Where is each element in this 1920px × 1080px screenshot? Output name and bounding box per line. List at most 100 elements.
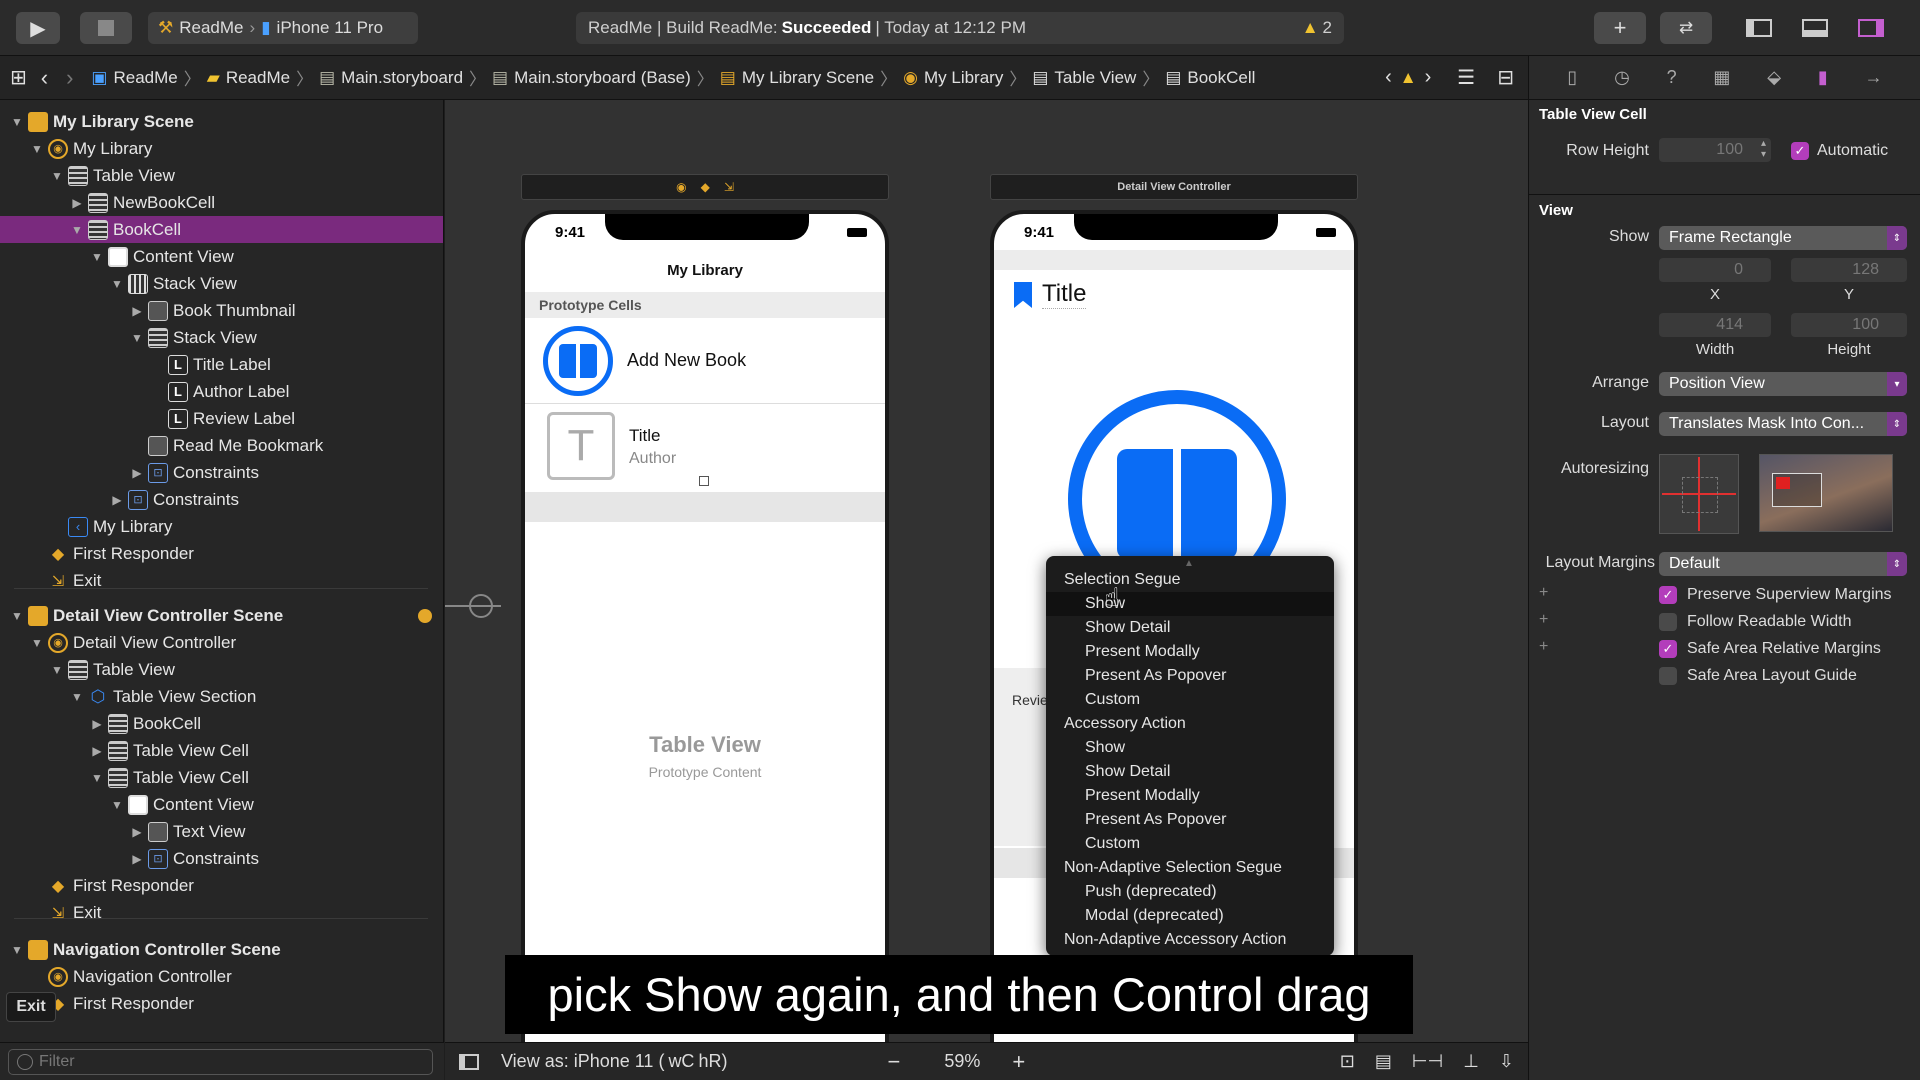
menu-item[interactable]: Push (deprecated): [1046, 880, 1334, 904]
breadcrumb-storyboard-base[interactable]: ▤ Main.storyboard (Base): [492, 68, 691, 88]
menu-item[interactable]: Show Detail: [1046, 616, 1334, 640]
device-config-button[interactable]: View as: iPhone 11 ( wC hR): [501, 1051, 727, 1072]
outline-row[interactable]: L Title Label: [0, 351, 443, 378]
disclosure-open-icon[interactable]: ▼: [110, 798, 124, 812]
zoom-out-button[interactable]: −: [887, 1049, 900, 1075]
layout-popup[interactable]: Translates Mask Into Con... ⇕: [1659, 412, 1907, 436]
align-icon[interactable]: ▤: [1375, 1051, 1392, 1072]
add-variation-icon[interactable]: +: [1539, 611, 1548, 629]
outline-row[interactable]: ▶ ⊡ Constraints: [0, 845, 443, 872]
menu-item[interactable]: Custom: [1046, 832, 1334, 856]
outline-row[interactable]: ▼ Navigation Controller Scene: [0, 936, 443, 963]
resize-handle[interactable]: [699, 476, 709, 486]
history-inspector-icon[interactable]: ◷: [1614, 67, 1630, 88]
forward-arrow-icon[interactable]: ›: [66, 65, 73, 91]
menu-item[interactable]: Custom: [1046, 688, 1334, 712]
disclosure-open-icon[interactable]: ▼: [70, 690, 84, 704]
exit-icon[interactable]: ⇲: [724, 180, 734, 194]
help-inspector-icon[interactable]: ?: [1667, 67, 1677, 88]
outline-row[interactable]: ▶ Book Thumbnail: [0, 297, 443, 324]
outline-row[interactable]: ▼ ◉ Detail View Controller: [0, 629, 443, 656]
add-editor-icon[interactable]: ⊟: [1497, 65, 1514, 90]
zoom-level[interactable]: 59%: [944, 1051, 980, 1072]
disclosure-open-icon[interactable]: ▼: [90, 771, 104, 785]
outline-row[interactable]: ◆ First Responder: [0, 540, 443, 567]
outline-row[interactable]: ▼ Stack View: [0, 270, 443, 297]
disclosure-open-icon[interactable]: ▼: [30, 142, 44, 156]
embed-icon[interactable]: ⊡: [1340, 1051, 1355, 1072]
outline-row[interactable]: ▼ Table View: [0, 162, 443, 189]
disclosure-open-icon[interactable]: ▼: [10, 943, 24, 957]
menu-item[interactable]: Present As Popover: [1046, 808, 1334, 832]
width-field[interactable]: 414: [1659, 313, 1771, 337]
toggle-navigator-button[interactable]: [1736, 12, 1782, 44]
x-field[interactable]: 0: [1659, 258, 1771, 282]
book-cell[interactable]: T Title Author: [525, 404, 885, 492]
outline-toggle-icon[interactable]: [459, 1053, 479, 1070]
outline-row[interactable]: L Author Label: [0, 378, 443, 405]
scheme-selector[interactable]: ⚒ ReadMe › ▮ iPhone 11 Pro: [148, 12, 418, 44]
menu-item[interactable]: Present Modally: [1046, 640, 1334, 664]
outline-row[interactable]: ▶ BookCell: [0, 710, 443, 737]
code-review-button[interactable]: ⇄: [1660, 12, 1712, 44]
outline-row[interactable]: ⇲ Exit: [0, 567, 443, 594]
outline-row[interactable]: L Review Label: [0, 405, 443, 432]
outline-row[interactable]: ▼ ⬡ Table View Section: [0, 683, 443, 710]
menu-item[interactable]: Modal (deprecated): [1046, 904, 1334, 928]
layout-margins-popup[interactable]: Default ⇕: [1659, 552, 1907, 576]
disclosure-open-icon[interactable]: ▼: [90, 250, 104, 264]
autoresizing-mask-control[interactable]: [1659, 454, 1739, 534]
file-inspector-icon[interactable]: ▯: [1567, 67, 1577, 88]
disclosure-closed-icon[interactable]: ▶: [130, 466, 144, 480]
outline-row[interactable]: ⇲ Exit: [0, 899, 443, 926]
update-frames-icon[interactable]: ⇩: [1499, 1051, 1514, 1072]
storyboard-canvas[interactable]: ◉ ◆ ⇲ 9:41 My Library Prototype Cells Ad…: [445, 100, 1528, 1042]
toggle-inspector-button[interactable]: [1848, 12, 1894, 44]
outline-row[interactable]: ▶ Text View: [0, 818, 443, 845]
outline-row[interactable]: ▶ ⊡ Constraints: [0, 459, 443, 486]
disclosure-closed-icon[interactable]: ▶: [110, 493, 124, 507]
outline-row[interactable]: ▶ NewBookCell: [0, 189, 443, 216]
breadcrumb-bookcell[interactable]: ▤ BookCell: [1165, 68, 1255, 88]
breadcrumb-folder[interactable]: ▰ ReadMe: [207, 68, 290, 88]
outline-row[interactable]: ◆ First Responder: [0, 872, 443, 899]
outline-row[interactable]: ◉ Navigation Controller: [0, 963, 443, 990]
menu-item[interactable]: Show: [1046, 592, 1334, 616]
disclosure-closed-icon[interactable]: ▶: [130, 304, 144, 318]
resolve-issues-icon[interactable]: ⊥: [1463, 1051, 1479, 1072]
outline-row[interactable]: ▼ Table View Cell: [0, 764, 443, 791]
breadcrumb-project[interactable]: ▣ ReadMe: [91, 68, 177, 88]
menu-item[interactable]: Present Modally: [1046, 784, 1334, 808]
menu-item[interactable]: Show: [1046, 736, 1334, 760]
library-button[interactable]: +: [1594, 12, 1646, 44]
disclosure-open-icon[interactable]: ▼: [10, 115, 24, 129]
toggle-debug-button[interactable]: [1792, 12, 1838, 44]
attributes-inspector-icon[interactable]: ⬙: [1767, 67, 1781, 88]
show-popup[interactable]: Frame Rectangle ⇕: [1659, 226, 1907, 250]
disclosure-open-icon[interactable]: ▼: [10, 609, 24, 623]
add-constraints-icon[interactable]: ⊢⊣: [1412, 1051, 1443, 1072]
checkbox[interactable]: ✓: [1659, 586, 1677, 604]
disclosure-closed-icon[interactable]: ▶: [130, 825, 144, 839]
filter-input[interactable]: Filter: [8, 1049, 433, 1075]
outline-row[interactable]: ‹ My Library: [0, 513, 443, 540]
height-field[interactable]: 100: [1791, 313, 1907, 337]
editor-options-icon[interactable]: ☰: [1457, 65, 1475, 90]
disclosure-open-icon[interactable]: ▼: [30, 636, 44, 650]
outline-row[interactable]: ◆ First Responder: [0, 990, 443, 1017]
prev-issue-icon[interactable]: ‹: [1385, 66, 1392, 89]
warning-icon[interactable]: ▲: [1400, 68, 1417, 88]
connections-inspector-icon[interactable]: →: [1865, 67, 1883, 88]
outline-row[interactable]: Read Me Bookmark: [0, 432, 443, 459]
outline-row[interactable]: ▼ Content View: [0, 243, 443, 270]
y-field[interactable]: 128: [1791, 258, 1907, 282]
outline-row[interactable]: ▼ My Library Scene: [0, 108, 443, 135]
checkbox[interactable]: [1659, 667, 1677, 685]
disclosure-closed-icon[interactable]: ▶: [70, 196, 84, 210]
outline-row[interactable]: ▼ Detail View Controller Scene: [0, 602, 443, 629]
menu-item[interactable]: Show Detail: [1046, 760, 1334, 784]
breadcrumb-table-view[interactable]: ▤ Table View: [1032, 68, 1136, 88]
outline-row[interactable]: ▼ Table View: [0, 656, 443, 683]
automatic-checkbox[interactable]: ✓: [1791, 142, 1809, 160]
breadcrumb-controller[interactable]: ◉ My Library: [903, 68, 1003, 88]
